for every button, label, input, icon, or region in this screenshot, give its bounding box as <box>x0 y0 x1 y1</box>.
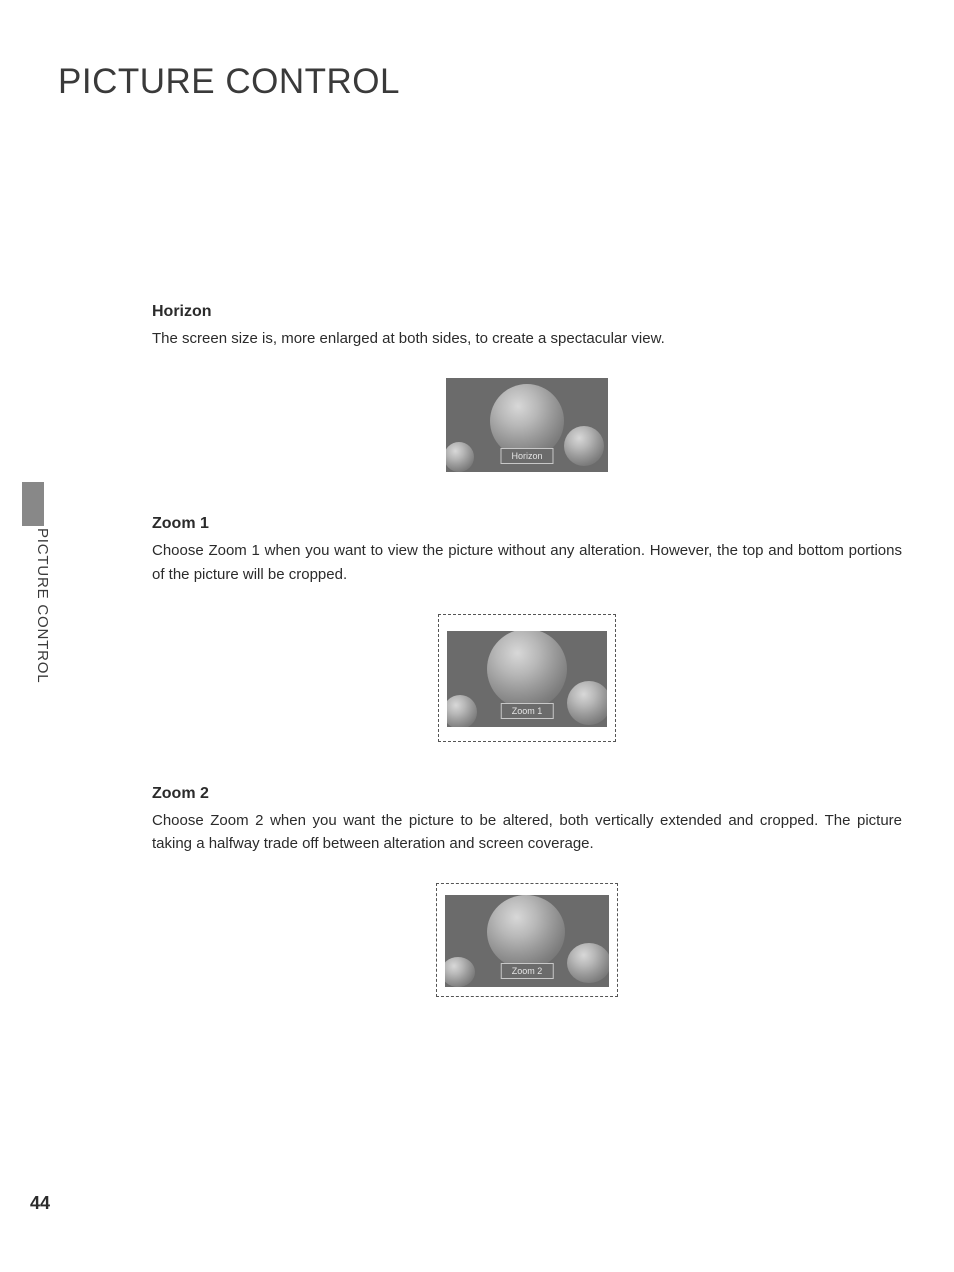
zoom1-heading: Zoom 1 <box>152 515 902 533</box>
horizon-description: The screen size is, more enlarged at bot… <box>152 327 902 350</box>
horizon-figure: Horizon <box>446 378 608 472</box>
sphere-icon <box>487 895 565 969</box>
section-horizon: Horizon The screen size is, more enlarge… <box>152 303 902 477</box>
horizon-heading: Horizon <box>152 303 902 321</box>
sphere-icon <box>564 426 604 466</box>
sphere-icon <box>567 681 607 725</box>
section-zoom2: Zoom 2 Choose Zoom 2 when you want the p… <box>152 785 902 1003</box>
zoom1-crop-frame: Zoom 1 <box>438 614 616 742</box>
zoom2-crop-frame: Zoom 2 <box>436 883 618 997</box>
side-tab-marker <box>22 482 44 526</box>
sphere-icon <box>490 384 564 458</box>
page-number: 44 <box>30 1193 50 1214</box>
section-zoom1: Zoom 1 Choose Zoom 1 when you want to vi… <box>152 515 902 747</box>
zoom2-screen: Zoom 2 <box>445 895 609 987</box>
sphere-icon <box>445 957 475 987</box>
sphere-icon <box>447 695 477 727</box>
sphere-icon <box>446 442 474 472</box>
sphere-icon <box>487 631 567 709</box>
zoom2-heading: Zoom 2 <box>152 785 902 803</box>
zoom1-figure-wrap: Zoom 1 <box>152 614 902 747</box>
zoom2-description: Choose Zoom 2 when you want the picture … <box>152 809 902 856</box>
horizon-mode-label: Horizon <box>500 448 553 464</box>
zoom1-description: Choose Zoom 1 when you want to view the … <box>152 539 902 586</box>
zoom2-figure-wrap: Zoom 2 <box>152 883 902 1002</box>
horizon-screen: Horizon <box>446 378 608 472</box>
zoom1-screen: Zoom 1 <box>447 631 607 727</box>
zoom1-figure: Zoom 1 <box>438 614 616 742</box>
content-area: Horizon The screen size is, more enlarge… <box>152 303 902 1040</box>
side-section-label: PICTURE CONTROL <box>34 528 51 683</box>
zoom1-mode-label: Zoom 1 <box>501 703 554 719</box>
sphere-icon <box>567 943 609 983</box>
horizon-figure-wrap: Horizon <box>152 378 902 477</box>
zoom2-figure: Zoom 2 <box>436 883 618 997</box>
page-title: PICTURE CONTROL <box>58 62 400 102</box>
zoom2-mode-label: Zoom 2 <box>501 963 554 979</box>
